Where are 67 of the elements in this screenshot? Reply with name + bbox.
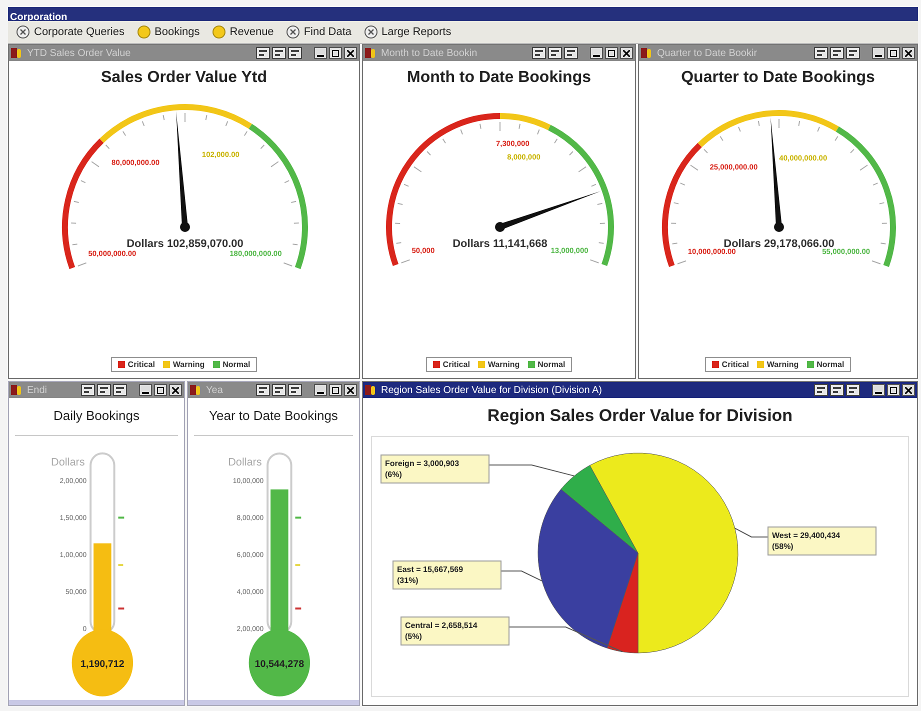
close-button[interactable] bbox=[902, 384, 915, 396]
window-title: YTD Sales Order Value bbox=[27, 48, 131, 58]
window-title: Corporation bbox=[9, 12, 68, 23]
maximize-icon bbox=[890, 50, 897, 56]
axis-label: Dollars bbox=[51, 456, 85, 468]
toolbar-tab[interactable]: Large Reports bbox=[360, 22, 456, 42]
gauge-value: Dollars 102,859,070.00 bbox=[126, 238, 244, 250]
window-title: Region Sales Order Value for Division (Division A) bbox=[381, 384, 602, 396]
toolbar-tab[interactable]: Find Data bbox=[282, 22, 356, 42]
minimize-button[interactable] bbox=[872, 384, 885, 396]
thermometer-reading: 10,544,278 bbox=[254, 658, 304, 670]
close-icon bbox=[172, 386, 179, 394]
circle-x-icon bbox=[364, 25, 378, 39]
data-label: Foreign = 3,000,903 (6%) bbox=[380, 454, 490, 484]
chart-title: Region Sales Order Value for Division bbox=[486, 405, 794, 427]
app-icon bbox=[641, 47, 653, 59]
legend-label: Normal bbox=[538, 360, 566, 369]
legend-label: Warning bbox=[766, 360, 799, 369]
legend-label: Warning bbox=[172, 360, 205, 369]
legend-label: Critical bbox=[722, 360, 749, 369]
close-icon bbox=[623, 50, 630, 56]
app-icon bbox=[365, 47, 377, 59]
maximize-icon bbox=[890, 386, 897, 394]
maximize-button[interactable] bbox=[887, 384, 900, 396]
circle-icon bbox=[212, 25, 226, 39]
chart-title: Month to Date Bookings bbox=[406, 68, 592, 88]
maximize-icon bbox=[332, 386, 339, 394]
data-label: West = 29,400,434 (58%) bbox=[768, 526, 876, 556]
data-label: Central = 2,658,514 (5%) bbox=[400, 616, 510, 646]
close-icon bbox=[905, 50, 912, 56]
legend-label: Normal bbox=[222, 360, 250, 369]
chart-title: Quarter to Date Bookings bbox=[680, 68, 876, 88]
window-title: Yea bbox=[206, 384, 223, 396]
data-label: East = 15,667,569 (31%) bbox=[392, 560, 502, 590]
maximize-icon bbox=[332, 50, 339, 56]
window-title: Quarter to Date Bookir bbox=[657, 48, 758, 58]
legend-label: Normal bbox=[816, 360, 844, 369]
toolbar-tab[interactable]: Revenue bbox=[208, 22, 278, 42]
close-icon bbox=[347, 386, 354, 394]
close-icon bbox=[905, 386, 912, 394]
maximize-icon bbox=[608, 50, 615, 56]
gauge-value: Dollars 11,141,668 bbox=[452, 238, 548, 250]
leader-line bbox=[500, 570, 542, 582]
legend-label: Critical bbox=[128, 360, 155, 369]
circle-icon bbox=[136, 25, 150, 39]
toolbar-icon[interactable] bbox=[846, 384, 860, 396]
legend-label: Warning bbox=[488, 360, 520, 369]
chart-title: Sales Order Value Ytd bbox=[100, 68, 268, 88]
app-icon bbox=[190, 384, 202, 396]
toolbar-tab[interactable]: Bookings bbox=[132, 22, 204, 42]
toolbar-tab[interactable]: Corporate Queries bbox=[12, 22, 128, 42]
axis-label: Dollars bbox=[228, 456, 262, 468]
close-icon bbox=[347, 50, 354, 56]
toolbar-icon[interactable] bbox=[830, 384, 844, 396]
app-icon bbox=[365, 384, 377, 396]
circle-x-icon bbox=[16, 25, 30, 39]
maximize-icon bbox=[157, 386, 164, 394]
app-icon bbox=[11, 47, 23, 59]
window-title: Month to Date Bookin bbox=[381, 48, 478, 58]
circle-x-icon bbox=[286, 25, 300, 39]
legend-label: Critical bbox=[442, 360, 470, 369]
app-icon bbox=[11, 384, 23, 396]
gauge-value: Dollars 29,178,066.00 bbox=[724, 238, 834, 250]
window-title: Endi bbox=[27, 384, 48, 396]
thermometer-reading: 1,190,712 bbox=[80, 658, 124, 670]
leader-line bbox=[734, 528, 768, 538]
toolbar-icon[interactable] bbox=[814, 384, 828, 396]
